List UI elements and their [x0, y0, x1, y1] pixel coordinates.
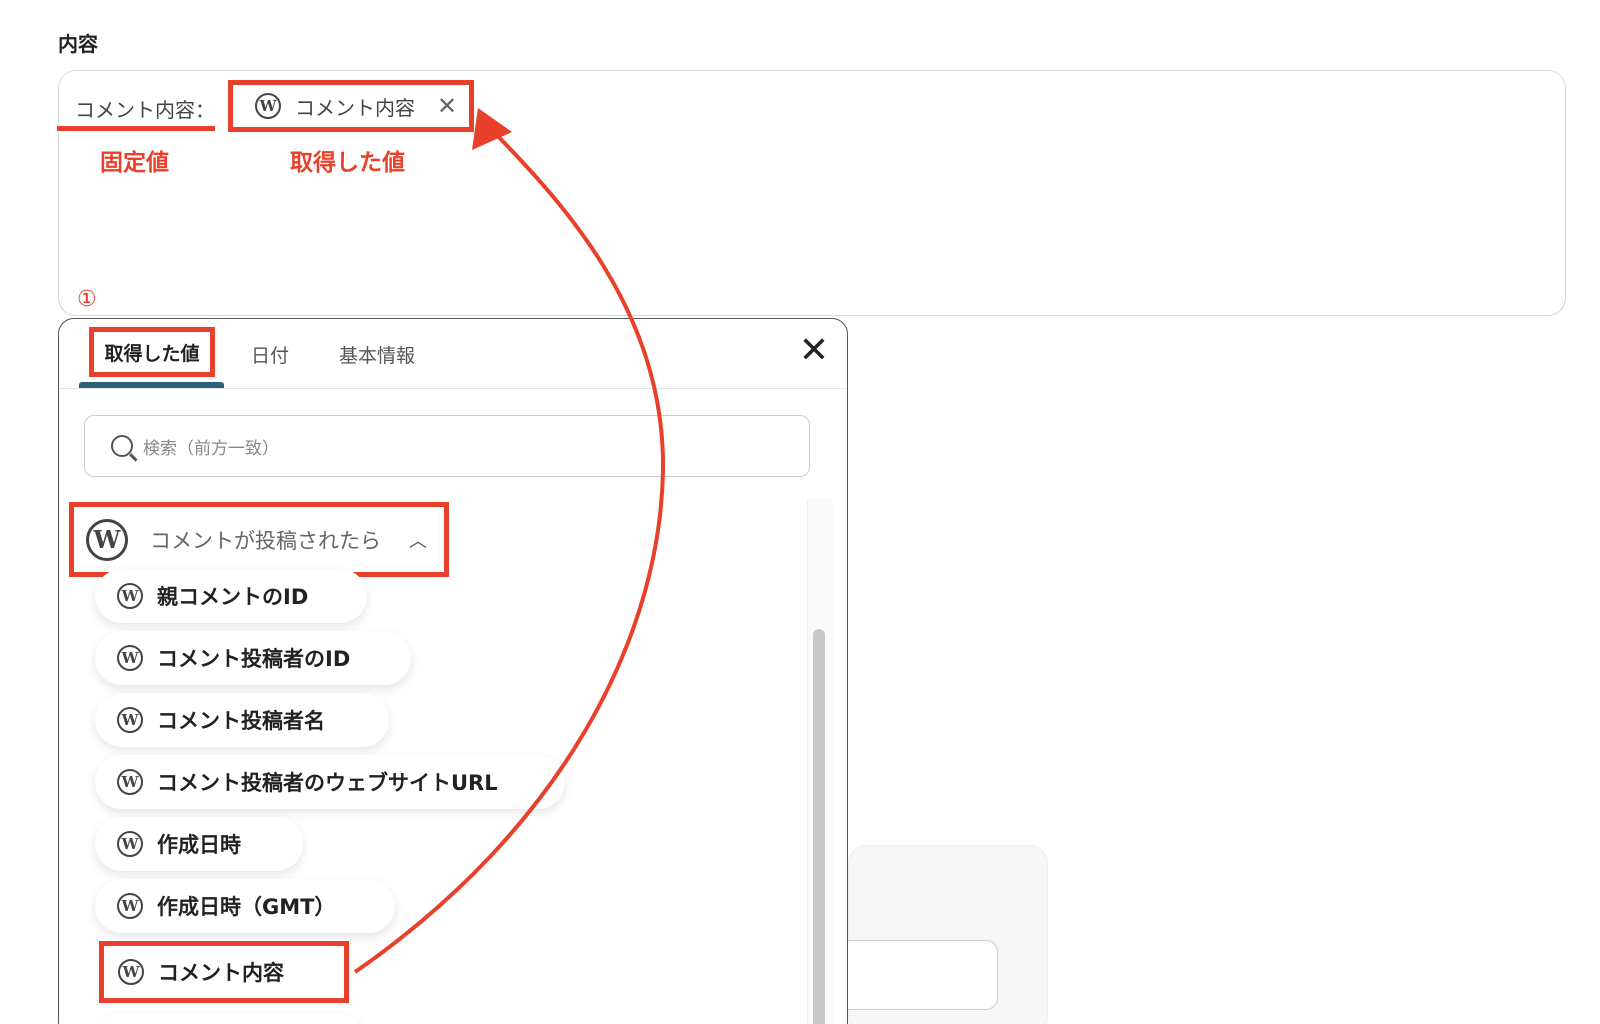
- chip-close-icon[interactable]: ✕: [437, 94, 457, 118]
- chevron-up-icon: ︿: [409, 530, 427, 552]
- item-label: コメント内容: [158, 961, 284, 985]
- annotation-obtained-value: 取得した値: [290, 150, 405, 176]
- list-item-comment-content[interactable]: W コメント内容: [99, 941, 349, 1003]
- chip-label: コメント内容: [295, 95, 415, 120]
- close-icon[interactable]: ✕: [799, 333, 829, 369]
- list-item[interactable]: W コメント投稿者名: [95, 693, 389, 747]
- wordpress-icon: W: [117, 893, 143, 919]
- tab-active-indicator: [79, 382, 224, 388]
- item-label: 作成日時（GMT）: [157, 895, 336, 919]
- wordpress-icon: W: [117, 645, 143, 671]
- section-title: 内容: [58, 32, 98, 56]
- search-icon: [111, 435, 133, 457]
- wordpress-icon: W: [117, 769, 143, 795]
- list-item[interactable]: W 作成日時: [95, 817, 303, 871]
- list-item[interactable]: W 親コメントのID: [95, 569, 367, 623]
- list-item[interactable]: W コメント投稿者のID: [95, 631, 411, 685]
- wordpress-icon: W: [117, 707, 143, 733]
- tab-obtained-value[interactable]: 取得した値: [89, 327, 215, 377]
- group-header-comment-posted[interactable]: W コメントが投稿されたら ︿: [69, 502, 449, 577]
- variable-picker-panel: 取得した値 日付 基本情報 ✕ 検索（前方一致） W コメントが投稿されたら ︿…: [58, 318, 848, 1024]
- list-item-partial[interactable]: W: [95, 1013, 365, 1024]
- item-label: 作成日時: [157, 833, 241, 857]
- fixed-text: コメント内容：: [75, 98, 215, 122]
- wordpress-icon: W: [86, 518, 128, 561]
- annotation-step1: ①: [77, 287, 97, 312]
- list-item[interactable]: W コメント投稿者のウェブサイトURL: [95, 755, 565, 809]
- list-item[interactable]: W 作成日時（GMT）: [95, 879, 395, 933]
- group-label: コメントが投稿されたら: [150, 528, 381, 553]
- item-label: コメント投稿者名: [157, 709, 325, 733]
- background-input: [848, 940, 998, 1010]
- item-label: 親コメントのID: [157, 585, 309, 609]
- annotation-fixed-value: 固定値: [100, 150, 169, 176]
- scrollbar-thumb[interactable]: [813, 629, 825, 1024]
- wordpress-icon: W: [117, 831, 143, 857]
- item-label: コメント投稿者のウェブサイトURL: [157, 771, 498, 795]
- tab-bar: 取得した値 日付 基本情報 ✕: [59, 319, 847, 389]
- wordpress-icon: W: [255, 93, 281, 119]
- tab-basic-info[interactable]: 基本情報: [339, 341, 415, 368]
- variable-chip[interactable]: W コメント内容 ✕: [228, 80, 474, 132]
- search-placeholder: 検索（前方一致）: [143, 438, 279, 459]
- tab-date[interactable]: 日付: [251, 341, 289, 368]
- wordpress-icon: W: [118, 959, 144, 985]
- wordpress-icon: W: [117, 583, 143, 609]
- item-label: コメント投稿者のID: [157, 647, 351, 671]
- search-input[interactable]: 検索（前方一致）: [84, 415, 810, 477]
- fixed-text-underline: [57, 126, 215, 131]
